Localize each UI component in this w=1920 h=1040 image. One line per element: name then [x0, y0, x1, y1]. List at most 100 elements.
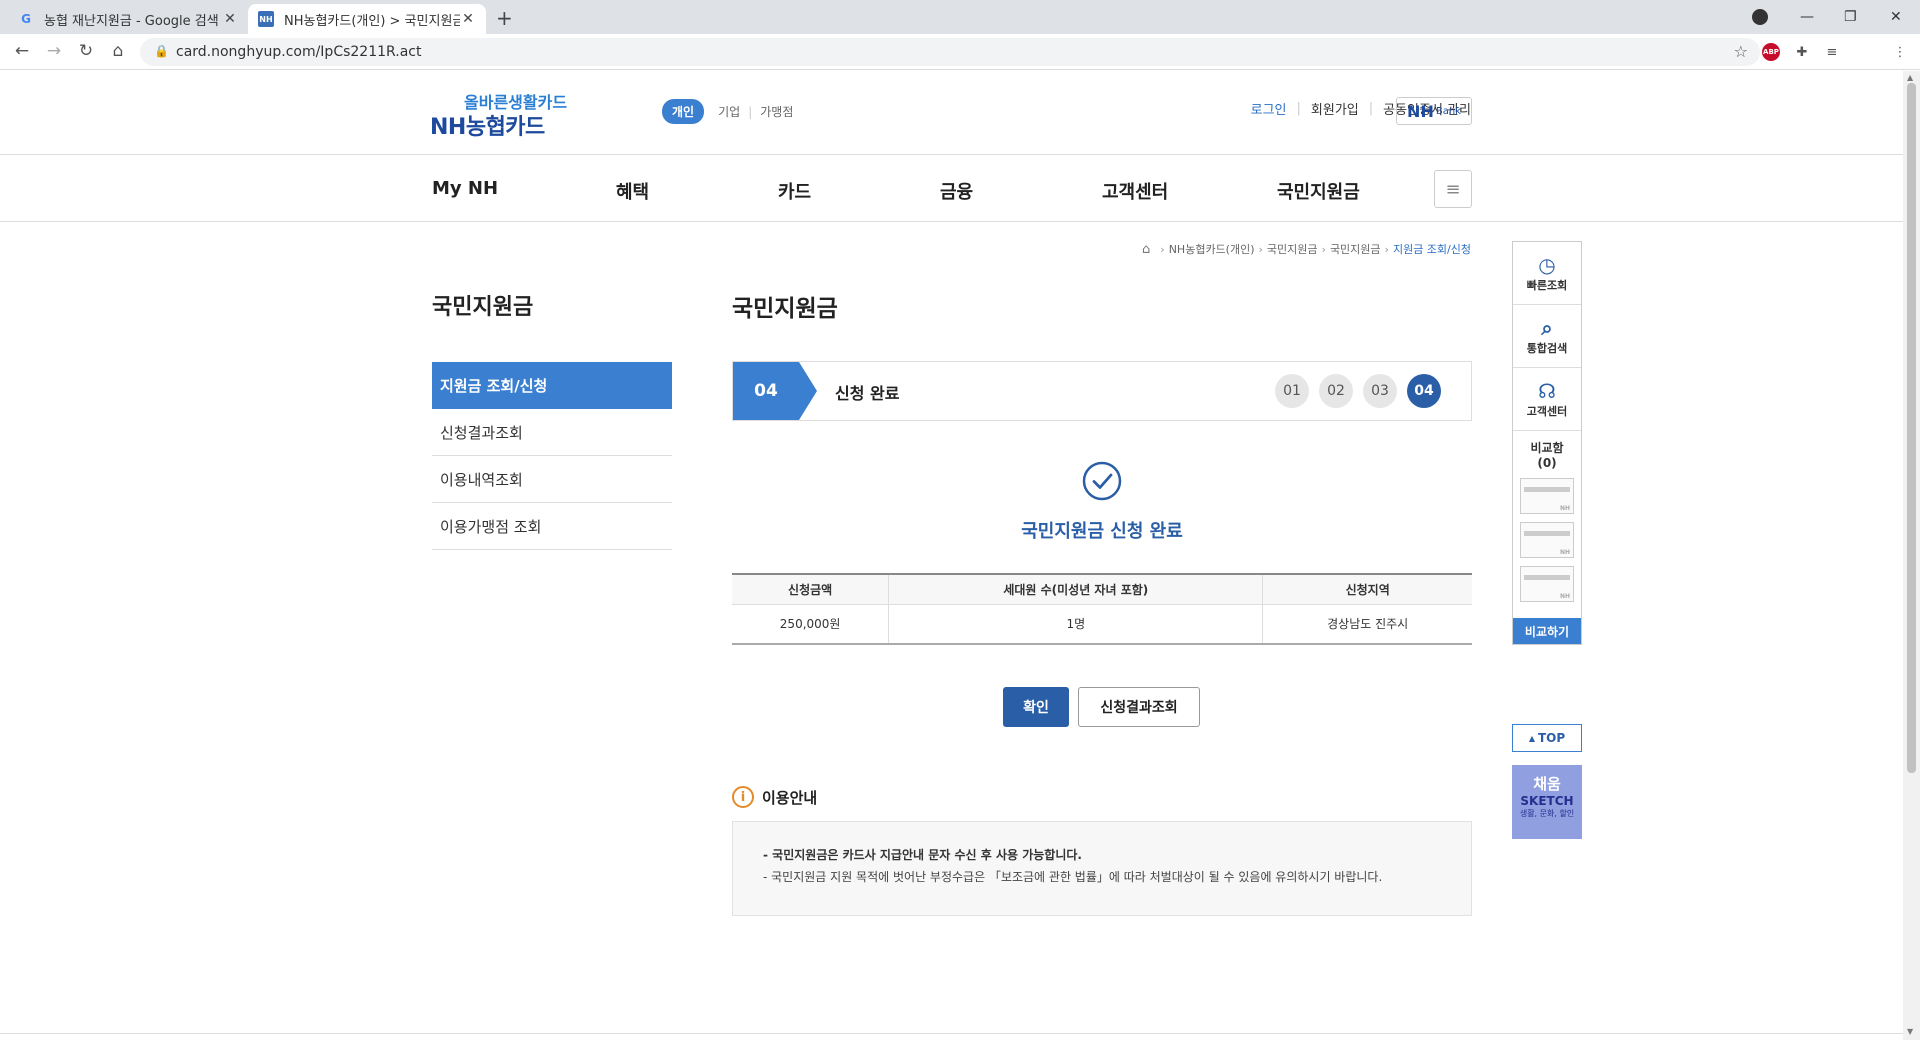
quick-menu: ◷ 빠른조회 ⌕ 통합검색 ☊ 고객센터 비교함 (0) 비교하기 [1512, 241, 1582, 645]
window-close-icon[interactable]: ✕ [1890, 0, 1902, 34]
notice-heading: i 이용안내 [732, 786, 817, 808]
step-indicator: 04 신청 완료 01 02 03 04 [732, 361, 1472, 421]
scrollbar-thumb[interactable] [1907, 83, 1916, 773]
logo-brand: NH농협카드 [430, 115, 545, 140]
restore-icon[interactable]: ❐ [1844, 0, 1857, 34]
step-dots: 01 02 03 04 [1265, 374, 1441, 408]
side-menu-item-merchant[interactable]: 이용가맹점 조회 [432, 503, 672, 550]
google-icon: G [21, 12, 31, 26]
nav-national-support[interactable]: 국민지원금 [1277, 178, 1360, 204]
bookmark-star-icon[interactable]: ☆ [1734, 42, 1748, 61]
quick-label: 고객센터 [1526, 405, 1568, 418]
chevron-right-icon: › [1258, 242, 1263, 256]
compare-slot[interactable] [1520, 478, 1574, 514]
customer-center-button[interactable]: ☊ 고객센터 [1513, 368, 1581, 431]
nav-my-nh[interactable]: My NH [432, 178, 498, 199]
breadcrumb-item[interactable]: NH농협카드(개인) [1169, 241, 1255, 257]
quick-lookup-button[interactable]: ◷ 빠른조회 [1513, 242, 1581, 305]
close-icon[interactable]: ✕ [460, 11, 476, 27]
search-icon: ⌕ [1541, 316, 1553, 340]
current-step-label: 신청 완료 [835, 384, 900, 403]
integrated-search-button[interactable]: ⌕ 통합검색 [1513, 305, 1581, 368]
page-scrollbar[interactable]: ▲ ▼ [1903, 71, 1920, 1040]
nav-benefits[interactable]: 혜택 [616, 178, 649, 204]
compare-slot[interactable] [1520, 566, 1574, 602]
chevron-right-icon: › [1321, 242, 1326, 256]
segment-personal[interactable]: 개인 [662, 99, 705, 124]
forward-icon[interactable]: → [42, 41, 66, 63]
view-result-button[interactable]: 신청결과조회 [1078, 687, 1200, 727]
table-row: 250,000원 1명 경상남도 진주시 [732, 604, 1472, 644]
segment-business[interactable]: 기업 [718, 103, 740, 120]
column-header: 신청금액 [732, 574, 889, 605]
banner-line1: 채움 [1533, 775, 1561, 793]
browser-tab-google[interactable]: G 농협 재난지원금 - Google 검색 ✕ [8, 4, 248, 34]
customer-segment-nav: 개인 기업 | 가맹점 [662, 99, 793, 124]
breadcrumb-item[interactable]: 국민지원금 [1330, 241, 1381, 257]
main-nav: My NH 혜택 카드 금융 고객센터 국민지원금 ≡ [0, 156, 1903, 222]
step-dot-current: 04 [1407, 374, 1441, 408]
breadcrumb: ⌂ › NH농협카드(개인) › 국민지원금 › 국민지원금 › 지원금 조회/… [1142, 241, 1471, 257]
completion-message: 국민지원금 신청 완료 [1021, 521, 1183, 542]
quick-label: 통합검색 [1526, 342, 1568, 355]
side-menu-item-apply[interactable]: 지원금 조회/신청 [432, 362, 672, 409]
current-step-number: 04 [733, 362, 799, 420]
info-icon: i [732, 786, 754, 808]
chaeum-sketch-banner[interactable]: 채움 SKETCH 생활, 문화, 할인 [1512, 765, 1582, 839]
extensions-icon[interactable]: ✚ [1792, 42, 1812, 62]
nhbank-sub: Bank [1435, 105, 1461, 117]
step-arrow [799, 362, 817, 420]
scroll-top-button[interactable]: ▲ TOP [1512, 724, 1582, 752]
login-link[interactable]: 로그인 [1251, 99, 1287, 118]
notice-title-text: 이용안내 [762, 788, 818, 807]
url-field[interactable]: 🔒 card.nonghyup.com/IpCs2211R.act ☆ [140, 38, 1760, 66]
caret-up-icon: ▲ [1528, 733, 1535, 743]
nh-card-logo[interactable]: 올바른생활카드 NH농협카드 [430, 89, 590, 140]
nav-customer-center[interactable]: 고객센터 [1102, 178, 1168, 204]
compare-button[interactable]: 비교하기 [1513, 618, 1581, 644]
profile-icon[interactable] [1752, 0, 1768, 34]
side-menu-item-usage[interactable]: 이용내역조회 [432, 456, 672, 503]
home-icon[interactable]: ⌂ [106, 41, 130, 63]
reload-icon[interactable]: ↻ [74, 41, 98, 63]
home-icon[interactable]: ⌂ [1142, 242, 1150, 257]
signup-link[interactable]: 회원가입 [1311, 99, 1359, 118]
side-menu-item-result[interactable]: 신청결과조회 [432, 409, 672, 456]
scroll-up-icon[interactable]: ▲ [1907, 73, 1913, 82]
table-header-row: 신청금액 세대원 수(미성년 자녀 포함) 신청지역 [732, 574, 1472, 605]
address-bar: ← → ↻ ⌂ 🔒 card.nonghyup.com/IpCs2211R.ac… [0, 34, 1920, 70]
breadcrumb-current: 지원금 조회/신청 [1392, 243, 1471, 256]
nh-bank-button[interactable]: NH Bank [1396, 97, 1472, 125]
browser-tab-nh[interactable]: NH NH농협카드(개인) > 국민지원금 ✕ [248, 4, 486, 34]
divider: | [1368, 101, 1374, 116]
side-menu-title: 국민지원금 [432, 295, 534, 320]
confirm-button[interactable]: 확인 [1003, 687, 1069, 727]
site-header: 올바른생활카드 NH농협카드 개인 기업 | 가맹점 로그인 | 회원가입 | … [0, 71, 1903, 155]
nhbank-main: NH [1407, 101, 1434, 121]
banner-line3: 생활, 문화, 할인 [1519, 809, 1575, 818]
media-icon[interactable]: ≡ [1822, 42, 1842, 62]
browser-tabbar: G 농협 재난지원금 - Google 검색 ✕ NH NH농협카드(개인) >… [0, 0, 1920, 34]
tab-title: NH농협카드(개인) > 국민지원금 [284, 13, 460, 29]
nav-finance[interactable]: 금융 [940, 178, 973, 204]
clock-icon: ◷ [1538, 253, 1556, 277]
breadcrumb-item[interactable]: 국민지원금 [1267, 241, 1318, 257]
banner-line2: SKETCH [1520, 794, 1574, 808]
adblock-icon[interactable]: ABP [1762, 43, 1780, 61]
menu-icon[interactable]: ⋮ [1890, 42, 1910, 62]
amount-cell: 250,000원 [779, 617, 841, 632]
compare-slot[interactable] [1520, 522, 1574, 558]
notice-line: - 국민지원금은 카드사 지급안내 문자 수신 후 사용 가능합니다. [763, 848, 1082, 862]
new-tab-icon[interactable]: + [496, 6, 513, 30]
back-icon[interactable]: ← [10, 41, 34, 63]
lock-icon: 🔒 [154, 44, 169, 58]
all-menu-icon[interactable]: ≡ [1434, 170, 1472, 208]
chevron-right-icon: › [1384, 242, 1389, 256]
step-dot: 02 [1319, 374, 1353, 408]
nav-card[interactable]: 카드 [778, 178, 811, 204]
scroll-down-icon[interactable]: ▼ [1907, 1027, 1913, 1036]
minimize-icon[interactable]: — [1800, 0, 1814, 34]
column-header: 신청지역 [1262, 574, 1472, 605]
segment-merchant[interactable]: 가맹점 [760, 103, 793, 120]
close-icon[interactable]: ✕ [222, 11, 238, 27]
